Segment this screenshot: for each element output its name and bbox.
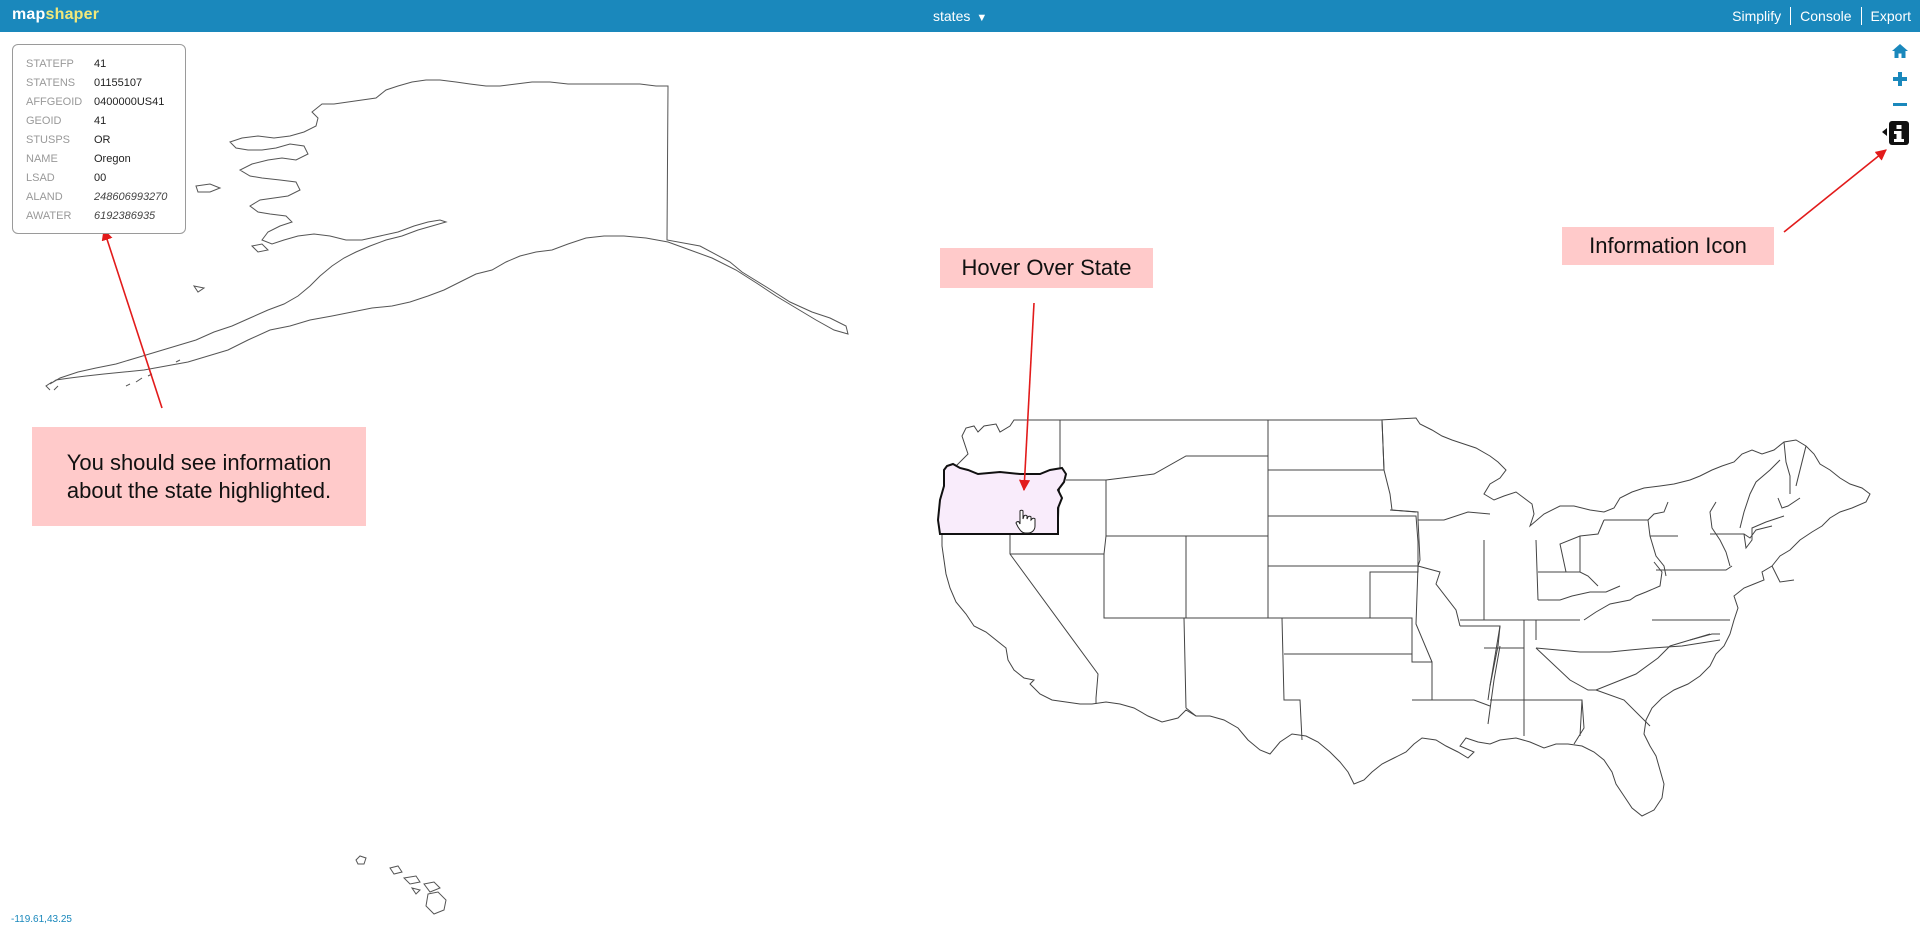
popup-row: AFFGEOID 0400000US41 bbox=[26, 92, 185, 111]
icon-callout-text: Information Icon bbox=[1589, 233, 1747, 258]
home-icon[interactable] bbox=[1892, 44, 1908, 58]
hawaii-outline bbox=[355, 855, 447, 915]
popup-value: OR bbox=[94, 133, 111, 146]
popup-value: 41 bbox=[94, 114, 107, 127]
caret-down-icon: ▼ bbox=[976, 12, 988, 24]
logo-text-map: map bbox=[12, 6, 46, 23]
popup-row: ALAND 248606993270 bbox=[26, 187, 185, 206]
conus-outline bbox=[939, 417, 1871, 817]
popup-value: Oregon bbox=[94, 152, 131, 165]
popup-key: STUSPS bbox=[26, 133, 71, 146]
popup-key: AFFGEOID bbox=[26, 95, 83, 108]
popup-value: 248606993270 bbox=[94, 190, 168, 203]
popup-key: AWATER bbox=[26, 209, 72, 222]
minus-icon[interactable] bbox=[1893, 103, 1907, 107]
annotation-arrows bbox=[101, 149, 1887, 492]
layer-selector[interactable]: states ▼ bbox=[933, 8, 987, 24]
logo-text-shaper: shaper bbox=[45, 6, 100, 23]
layer-name: states bbox=[933, 8, 971, 24]
info-callout: You should see information about the sta… bbox=[32, 427, 366, 526]
popup-value: 41 bbox=[94, 57, 107, 70]
popup-row: LSAD 00 bbox=[26, 168, 185, 187]
popup-key: ALAND bbox=[26, 190, 63, 203]
popup-row: NAME Oregon bbox=[26, 149, 185, 168]
popup-key: GEOID bbox=[26, 114, 62, 127]
app-logo: mapshaper bbox=[12, 6, 99, 24]
hover-callout: Hover Over State bbox=[940, 248, 1153, 288]
coordinate-readout: -119.61,43.25 bbox=[11, 914, 72, 925]
popup-row: STATENS 01155107 bbox=[26, 73, 185, 92]
popup-key: LSAD bbox=[26, 171, 55, 184]
popup-value: 0400000US41 bbox=[94, 95, 165, 108]
info-callout-text: You should see information about the sta… bbox=[66, 449, 332, 503]
hover-callout-text: Hover Over State bbox=[961, 255, 1132, 280]
popup-row: GEOID 41 bbox=[26, 111, 185, 130]
icon-callout: Information Icon bbox=[1562, 227, 1774, 265]
popup-key: NAME bbox=[26, 152, 58, 165]
popup-value: 01155107 bbox=[94, 76, 143, 89]
console-button[interactable]: Console bbox=[1790, 7, 1860, 25]
feature-info-popup: STATEFP 41 STATENS 01155107 AFFGEOID 040… bbox=[12, 44, 186, 234]
oregon-highlight[interactable] bbox=[936, 462, 1068, 535]
popup-row: STUSPS OR bbox=[26, 130, 185, 149]
popup-row: AWATER 6192386935 bbox=[26, 206, 185, 225]
plus-icon[interactable] bbox=[1893, 72, 1907, 86]
popup-value: 00 bbox=[94, 171, 107, 184]
main-nav: Simplify Console Export bbox=[1723, 0, 1920, 32]
popup-row: STATEFP 41 bbox=[26, 54, 185, 73]
top-bar: mapshaper states ▼ Simplify Console Expor… bbox=[0, 0, 1920, 32]
simplify-button[interactable]: Simplify bbox=[1723, 7, 1790, 25]
export-button[interactable]: Export bbox=[1860, 7, 1920, 25]
popup-value: 6192386935 bbox=[94, 209, 156, 222]
info-icon[interactable] bbox=[1882, 120, 1910, 146]
popup-key: STATENS bbox=[26, 76, 76, 89]
popup-key: STATEFP bbox=[26, 57, 74, 70]
